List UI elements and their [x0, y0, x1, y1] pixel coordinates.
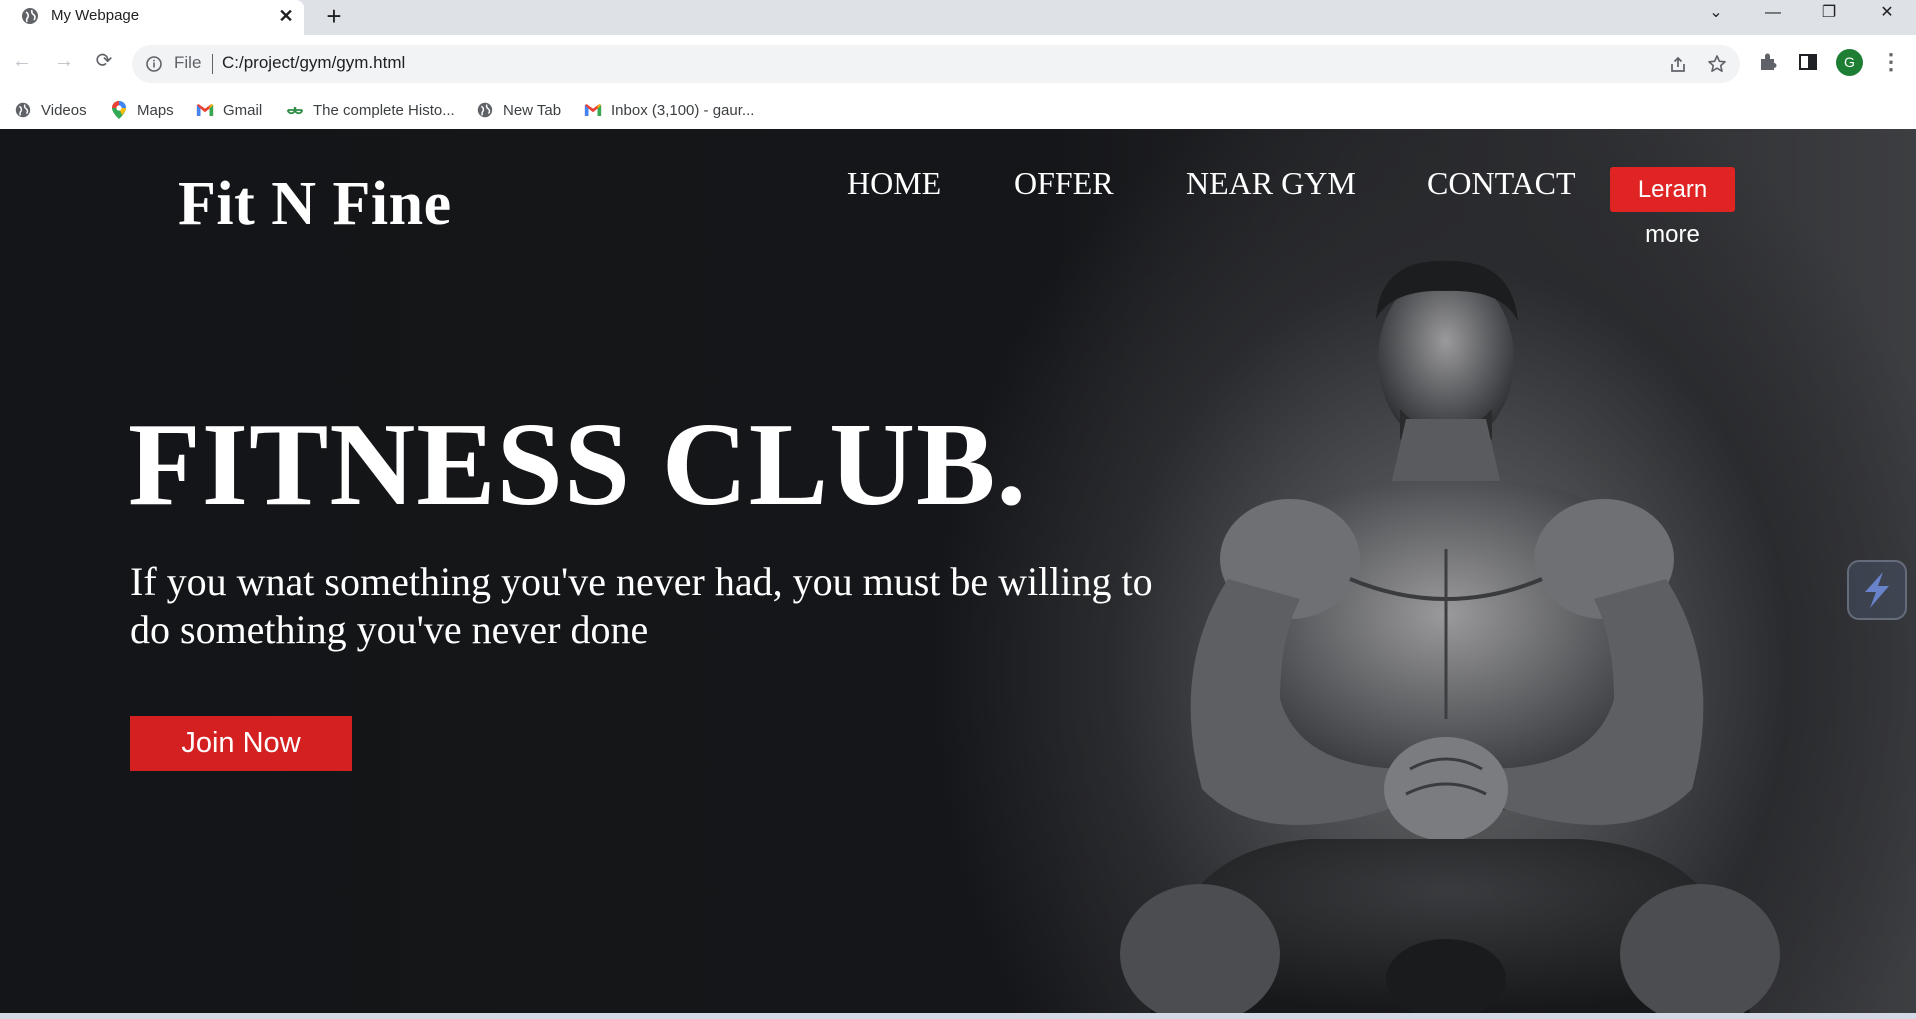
maps-pin-icon	[112, 101, 126, 119]
bookmarks-bar: Videos Maps Gmail The complete Histo...	[0, 91, 1916, 129]
tab-close-icon[interactable]: ✕	[275, 5, 297, 27]
site-logo[interactable]: Fit N Fine	[178, 169, 452, 240]
side-panel-icon[interactable]	[1797, 51, 1819, 73]
scheme-label: File	[174, 53, 202, 72]
bookmark-new-tab[interactable]: New Tab	[476, 99, 561, 121]
join-now-button[interactable]: Join Now	[130, 716, 352, 771]
bookmark-star-icon[interactable]	[1707, 54, 1727, 74]
gmail-icon	[584, 104, 602, 116]
minimize-button[interactable]: —	[1750, 0, 1796, 28]
hero-athlete-image	[1120, 260, 1780, 1013]
hero-title: FITNESS CLUB.	[128, 398, 1028, 530]
page-viewport: Fit N Fine HOME OFFER NEAR GYM CONTACT L…	[0, 129, 1916, 1013]
omnibox-divider	[212, 54, 213, 74]
active-tab[interactable]: My Webpage ✕	[0, 0, 304, 35]
gmail-icon	[196, 104, 214, 116]
globe-icon	[477, 102, 493, 118]
learn-more-button[interactable]: Lerarn more	[1610, 167, 1735, 248]
bookmark-label: Maps	[137, 101, 174, 119]
bookmark-gfg[interactable]: The complete Histo...	[286, 99, 455, 121]
globe-icon	[22, 8, 38, 24]
nav-near-gym-link[interactable]: NEAR GYM	[1186, 165, 1356, 202]
bookmark-label: Videos	[41, 101, 87, 119]
gfg-icon	[286, 106, 304, 115]
bookmark-label: Gmail	[223, 101, 263, 119]
share-icon[interactable]	[1668, 55, 1688, 75]
browser-menu-icon[interactable]: ⋮	[1880, 48, 1902, 76]
address-bar[interactable]: File C:/project/gym/gym.html	[132, 45, 1740, 83]
new-tab-button[interactable]: +	[320, 2, 348, 30]
bookmark-label: The complete Histo...	[313, 101, 455, 119]
bookmark-label: Inbox (3,100) - gaur...	[611, 101, 755, 119]
tab-strip: My Webpage ✕ + ⌄ — ❐ ✕	[0, 0, 1916, 35]
info-icon[interactable]	[145, 55, 163, 73]
extensions-puzzle-icon[interactable]	[1757, 51, 1779, 73]
globe-icon	[15, 102, 31, 118]
nav-contact-link[interactable]: CONTACT	[1427, 165, 1576, 202]
tab-title: My Webpage	[51, 7, 140, 24]
lightning-icon	[1865, 572, 1889, 608]
bookmark-gmail[interactable]: Gmail	[196, 99, 262, 121]
bookmark-maps[interactable]: Maps	[110, 99, 174, 121]
floating-extension-widget[interactable]	[1847, 560, 1907, 620]
url-text[interactable]: C:/project/gym/gym.html	[222, 53, 405, 73]
nav-offer-link[interactable]: OFFER	[1014, 165, 1114, 202]
back-button[interactable]: ←	[8, 47, 36, 75]
bookmark-videos[interactable]: Videos	[14, 99, 87, 121]
reload-button[interactable]: ⟳	[90, 47, 118, 75]
window-bottom-edge	[0, 1013, 1916, 1019]
nav-home-link[interactable]: HOME	[847, 165, 941, 202]
bookmark-label: New Tab	[503, 101, 562, 119]
restore-button[interactable]: ❐	[1806, 0, 1852, 28]
bookmark-inbox[interactable]: Inbox (3,100) - gaur...	[584, 99, 754, 121]
profile-avatar[interactable]: G	[1836, 49, 1863, 76]
close-window-button[interactable]: ✕	[1864, 0, 1910, 28]
browser-toolbar: ← → ⟳ File C:/project/gym/gym.html G ⋮	[0, 35, 1916, 91]
forward-button[interactable]: →	[50, 47, 78, 75]
hero-subtitle: If you wnat something you've never had, …	[130, 559, 1153, 652]
tab-search-icon[interactable]: ⌄	[1693, 0, 1739, 28]
